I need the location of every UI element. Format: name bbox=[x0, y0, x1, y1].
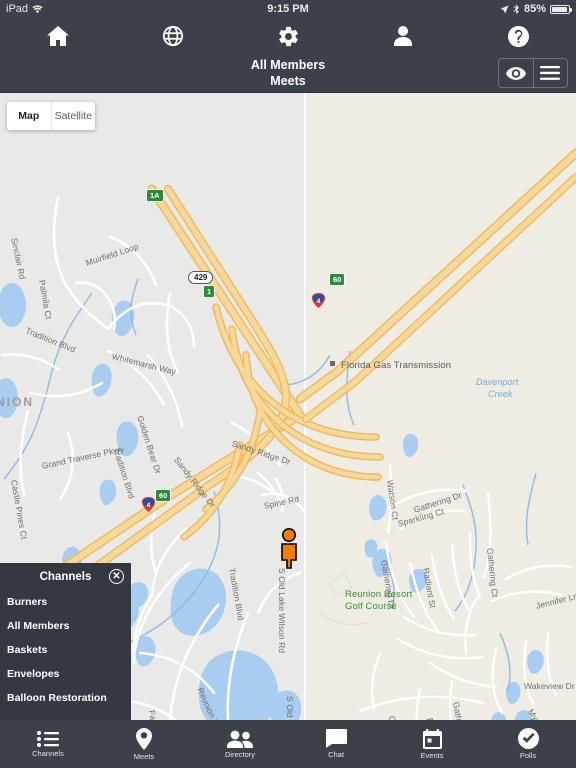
tab-meets[interactable]: Meets bbox=[96, 720, 192, 768]
channel-item[interactable]: Burners bbox=[0, 590, 131, 614]
tab-directory[interactable]: Directory bbox=[192, 720, 288, 768]
exit-shield: 60 bbox=[155, 489, 172, 502]
home-icon[interactable] bbox=[0, 18, 115, 54]
florida-gas-transmission-marker[interactable] bbox=[330, 361, 335, 366]
channel-item-label: Envelopes bbox=[7, 668, 60, 680]
water-label: Davenport bbox=[476, 377, 519, 387]
page-title-line1: All Members bbox=[250, 58, 326, 72]
route-shield: 429 bbox=[188, 271, 214, 284]
tab-channels[interactable]: Channels bbox=[0, 720, 96, 768]
eye-icon[interactable] bbox=[499, 59, 533, 87]
status-bar-time: 9:15 PM bbox=[267, 3, 309, 15]
interstate-shield: 4 bbox=[311, 293, 326, 308]
list-icon bbox=[37, 730, 59, 747]
map-type-map-button[interactable]: Map bbox=[7, 102, 51, 130]
exit-shield: 1 bbox=[203, 285, 216, 298]
calendar-icon bbox=[422, 728, 442, 749]
page-title: All Members Meets bbox=[0, 57, 576, 89]
title-bar-buttons bbox=[498, 58, 568, 88]
poi-label: Golf Course bbox=[345, 601, 397, 612]
check-circle-icon bbox=[517, 728, 539, 749]
channel-item[interactable]: Baskets bbox=[0, 638, 131, 662]
people-icon bbox=[227, 730, 253, 748]
map-pin-icon bbox=[136, 727, 152, 750]
tab-events[interactable]: Events bbox=[384, 720, 480, 768]
svg-text:4: 4 bbox=[317, 298, 321, 305]
battery-icon bbox=[550, 4, 572, 14]
channels-panel: Channels ✕ Burners All Members Baskets Enve… bbox=[0, 563, 131, 720]
street-label: Wakeview Dr bbox=[524, 681, 575, 691]
globe-icon[interactable] bbox=[115, 18, 230, 54]
street-label: S Old Lake Wilson Rd bbox=[285, 696, 295, 720]
bluetooth-icon bbox=[513, 4, 520, 14]
channel-item-label: Burners bbox=[7, 596, 48, 608]
channels-panel-header: Channels ✕ bbox=[0, 563, 131, 590]
close-icon[interactable]: ✕ bbox=[109, 569, 124, 584]
channels-list: Burners All Members Baskets Envelopes Balloo… bbox=[0, 590, 131, 710]
top-navigation-bar bbox=[0, 18, 576, 54]
status-bar-right: 85% bbox=[500, 3, 572, 15]
channel-item[interactable]: Balloon Restoration bbox=[0, 686, 131, 710]
channel-item-label: All Members bbox=[7, 620, 70, 632]
exit-shield: 1A bbox=[146, 189, 164, 202]
battery-percent: 85% bbox=[523, 3, 546, 15]
hamburger-icon[interactable] bbox=[532, 59, 568, 87]
location-arrow-icon bbox=[500, 4, 509, 14]
tab-channels-label: Channels bbox=[32, 748, 64, 758]
place-label: NION bbox=[0, 395, 34, 409]
interstate-shield: 4 bbox=[141, 497, 156, 512]
tab-events-label: Events bbox=[420, 750, 444, 760]
map-type-satellite-button[interactable]: Satellite bbox=[50, 102, 96, 130]
channel-item-label: Balloon Restoration bbox=[7, 692, 107, 704]
poi-label: Florida Gas Transmission bbox=[341, 360, 452, 371]
bottom-tab-bar: Channels Meets Directory Chat Events Pol… bbox=[0, 720, 576, 768]
help-icon[interactable] bbox=[461, 18, 576, 54]
app-root: iPad 9:15 PM 85% All Members Meets Map S… bbox=[0, 0, 576, 768]
channel-item-label: Baskets bbox=[7, 644, 48, 656]
person-icon[interactable] bbox=[346, 18, 461, 54]
poi-label: Reunion Resort bbox=[345, 589, 413, 600]
channel-item[interactable]: Envelopes bbox=[0, 662, 131, 686]
tab-polls[interactable]: Polls bbox=[480, 720, 576, 768]
status-bar: iPad 9:15 PM 85% bbox=[0, 0, 576, 18]
street-view-pegman[interactable] bbox=[277, 527, 301, 574]
tab-chat[interactable]: Chat bbox=[288, 720, 384, 768]
street-label: S Old Lake Wilson Rd bbox=[277, 568, 287, 654]
tab-meets-label: Meets bbox=[133, 751, 155, 761]
title-bar: All Members Meets bbox=[0, 54, 576, 93]
map-type-toggle: Map Satellite bbox=[7, 102, 95, 130]
water-label: Creek bbox=[488, 389, 513, 399]
exit-shield: 60 bbox=[329, 273, 346, 286]
tab-directory-label: Directory bbox=[224, 749, 255, 759]
chat-bubble-icon bbox=[325, 729, 347, 748]
tab-polls-label: Polls bbox=[519, 751, 537, 760]
svg-text:4: 4 bbox=[147, 502, 151, 509]
channels-panel-title: Channels bbox=[39, 570, 92, 583]
tab-chat-label: Chat bbox=[328, 750, 344, 759]
gear-icon[interactable] bbox=[230, 18, 345, 54]
channel-item[interactable]: All Members bbox=[0, 614, 131, 638]
page-title-line2: Meets bbox=[270, 74, 306, 88]
